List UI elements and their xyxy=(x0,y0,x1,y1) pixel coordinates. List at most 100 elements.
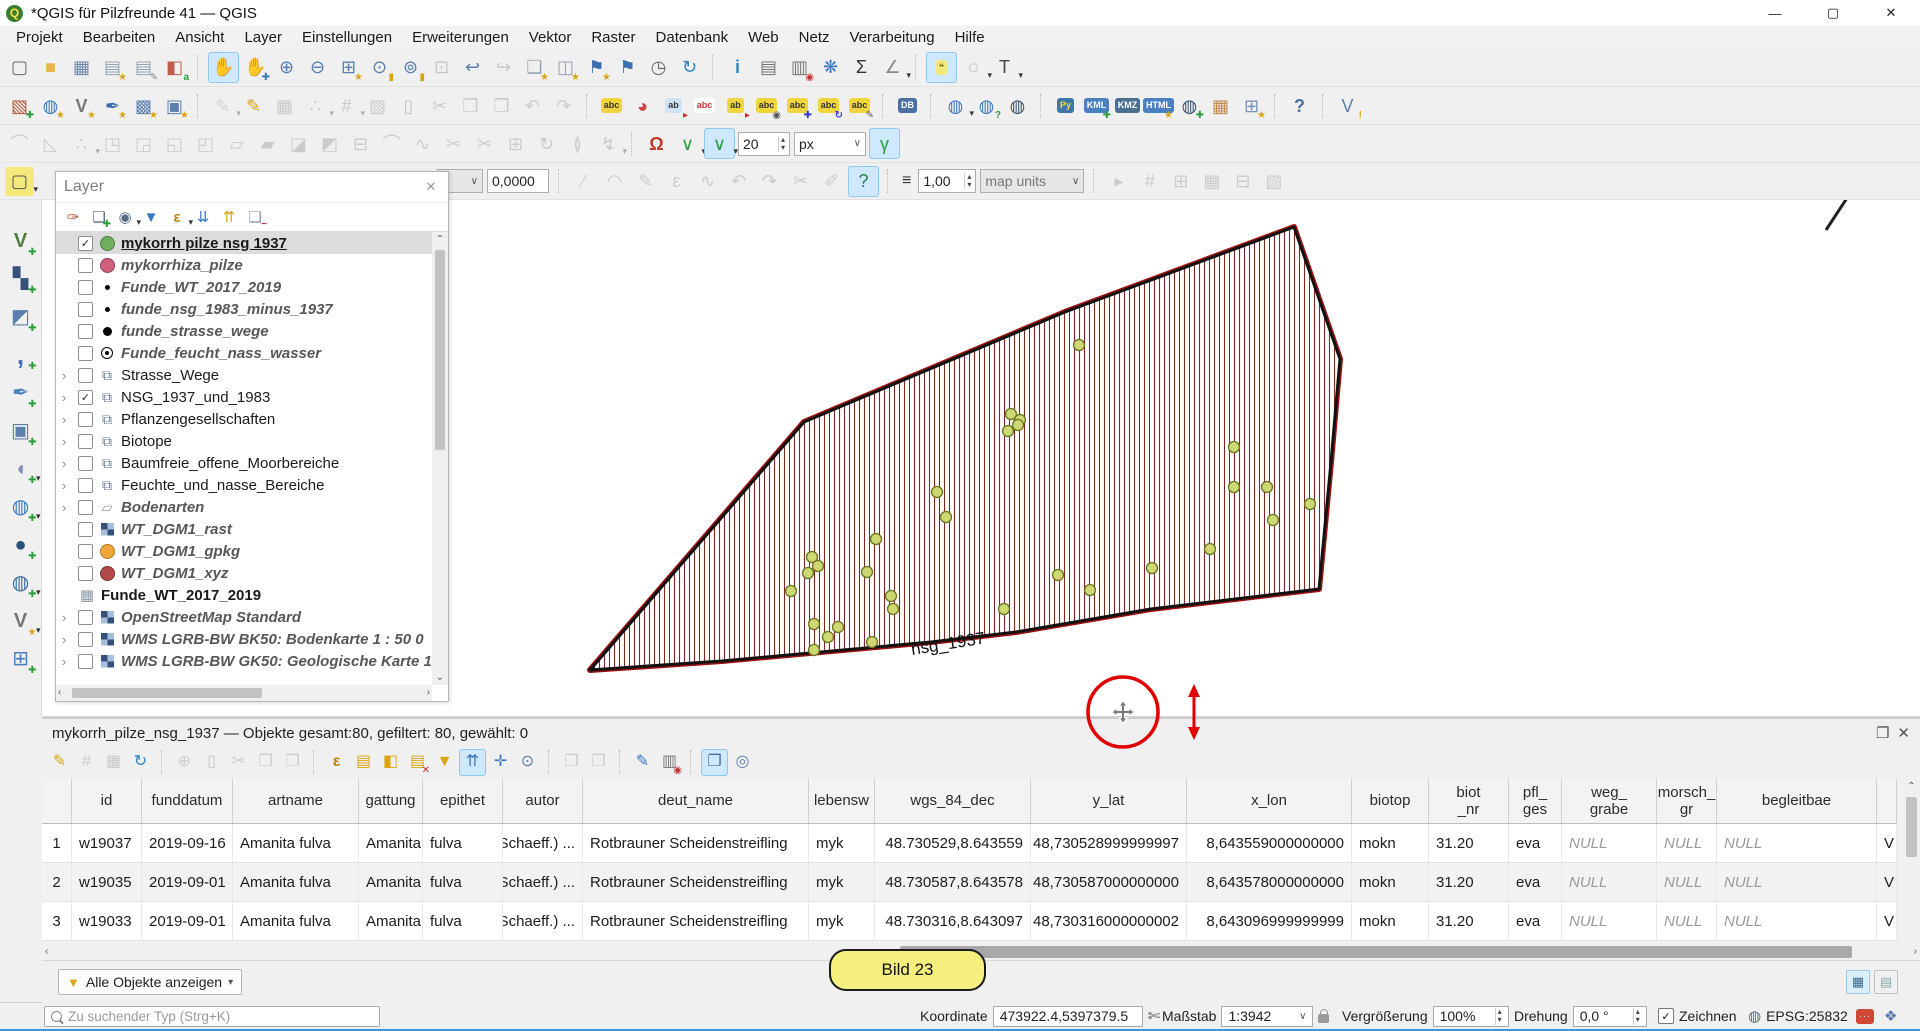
filter-select-button[interactable]: ▼ xyxy=(432,750,457,775)
cell-rowno[interactable]: 1 xyxy=(42,824,72,862)
new-shapefile-button[interactable]: V★▾ xyxy=(5,605,37,637)
add-postgis-layer-button[interactable]: ◖✚▾ xyxy=(5,453,37,485)
add-basemap-button[interactable]: ◍✚ xyxy=(1175,91,1204,120)
identify-features-button[interactable]: i xyxy=(723,53,752,82)
layer-item-wt-dgm1-xyz[interactable]: WT_DGM1_xyz xyxy=(56,562,432,584)
layer-item-funde-wt-2017-2019[interactable]: Funde_WT_2017_2019 xyxy=(56,276,432,298)
column-header-autor[interactable]: autor xyxy=(503,779,583,823)
layer-visibility-checkbox[interactable] xyxy=(78,368,93,383)
coordinate-input[interactable]: 473922.4,5397379.5 xyxy=(993,1006,1143,1027)
menu-raster[interactable]: Raster xyxy=(581,27,645,48)
layer-visibility-checkbox[interactable]: ✓ xyxy=(78,236,93,251)
cell-morsch_gr[interactable]: NULL xyxy=(1657,863,1717,901)
layers-panel-close-icon[interactable]: ✕ xyxy=(422,179,440,195)
new-virtual-layer-button[interactable]: ▣★ xyxy=(160,91,189,120)
cell-funddatum[interactable]: 2019-09-16 xyxy=(142,824,233,862)
dock-attribute-table-button[interactable]: ❐ xyxy=(701,749,728,776)
attr-toggle-editing-button[interactable]: ✎ xyxy=(47,750,72,775)
layer-visibility-checkbox[interactable] xyxy=(78,500,93,515)
menu-bearbeiten[interactable]: Bearbeiten xyxy=(73,27,166,48)
spin-arrows-icon[interactable]: ▴▾ xyxy=(964,173,971,189)
layer-visibility-checkbox[interactable] xyxy=(78,544,93,559)
refresh-map-button[interactable]: ↻ xyxy=(675,53,704,82)
open-layer-styling-button[interactable]: ✑ xyxy=(61,205,85,229)
magnifier-spinbox[interactable]: 100% ▴▾ xyxy=(1433,1006,1509,1027)
cell-pfl_ges[interactable]: eva xyxy=(1509,863,1562,901)
close-button[interactable]: ✕ xyxy=(1862,0,1920,26)
add-virtual-layer-button[interactable]: ▣✚ xyxy=(5,415,37,447)
locator-search-input[interactable]: Zu suchender Typ (Strg+K) xyxy=(44,1006,380,1027)
panel-splitter[interactable] xyxy=(42,716,1920,718)
cell-biot_nr[interactable]: 31.20 xyxy=(1429,902,1509,940)
expand-arrow-icon[interactable]: › xyxy=(62,412,78,427)
cell-autor[interactable]: (Schaeff.) ... xyxy=(503,824,583,862)
attr-vscrollbar[interactable]: ⌃ ⌄ xyxy=(1903,779,1920,961)
menu-web[interactable]: Web xyxy=(738,27,789,48)
toggle-editing-button[interactable]: ✎ xyxy=(239,91,268,120)
menu-erweiterungen[interactable]: Erweiterungen xyxy=(402,27,519,48)
layer-visibility-checkbox[interactable] xyxy=(78,566,93,581)
layer-visibility-checkbox[interactable] xyxy=(78,302,93,317)
expand-arrow-icon[interactable]: › xyxy=(62,478,78,493)
help-button[interactable]: ? xyxy=(1285,91,1314,120)
scroll-thumb[interactable] xyxy=(435,250,445,450)
expand-arrow-icon[interactable]: › xyxy=(62,368,78,383)
layer-visibility-checkbox[interactable] xyxy=(78,522,93,537)
enable-tracing-button[interactable]: γ xyxy=(869,128,900,159)
cell-id[interactable]: w19037 xyxy=(72,824,142,862)
scroll-left-arrow[interactable]: ‹ xyxy=(45,946,48,957)
cell-lebensw[interactable]: myk xyxy=(809,824,875,862)
expand-arrow-icon[interactable]: › xyxy=(62,456,78,471)
expand-arrow-icon[interactable]: › xyxy=(62,390,78,405)
cell-x_lon[interactable]: 8,643578000000000 xyxy=(1187,863,1352,901)
snapping-tolerance-spinbox[interactable]: 20▴▾ xyxy=(738,132,790,156)
layer-visibility-checkbox[interactable] xyxy=(78,632,93,647)
layer-item-funde-strasse-wege[interactable]: funde_strasse_wege xyxy=(56,320,432,342)
layer-visibility-checkbox[interactable] xyxy=(78,324,93,339)
attr-reload-button[interactable]: ↻ xyxy=(128,750,153,775)
column-header-gattung[interactable]: gattung xyxy=(359,779,423,823)
width-units-combobox[interactable]: map units∨ xyxy=(980,169,1084,193)
attr-close-icon[interactable]: ✕ xyxy=(1897,724,1910,742)
layer-visibility-checkbox[interactable] xyxy=(78,654,93,669)
form-view-toggle[interactable]: ▤ xyxy=(1874,970,1898,994)
scroll-left-arrow[interactable]: ‹ xyxy=(58,687,61,698)
cell-lebensw[interactable]: myk xyxy=(809,863,875,901)
move-selection-top-button[interactable]: ⇈ xyxy=(459,749,486,776)
menu-netz[interactable]: Netz xyxy=(789,27,840,48)
zoom-full-button[interactable]: ⊞★ xyxy=(334,53,363,82)
column-header-biot_nr[interactable]: biot _nr xyxy=(1429,779,1509,823)
spin-arrows-icon[interactable]: ▴▾ xyxy=(1633,1008,1640,1025)
menu-datenbank[interactable]: Datenbank xyxy=(646,27,739,48)
zoom-to-selection-button[interactable]: ⊙ xyxy=(515,750,540,775)
layer-item-mykorrh-pilze-nsg-1937[interactable]: ✓mykorrh pilze nsg 1937 xyxy=(56,232,432,254)
layers-vscrollbar[interactable]: ⌃ ⌄ xyxy=(432,232,448,685)
menu-einstellungen[interactable]: Einstellungen xyxy=(292,27,402,48)
add-spatialite-layer-button[interactable]: ✒✚ xyxy=(5,377,37,409)
nifty-navigation-button[interactable]: ◌▾ xyxy=(959,53,988,82)
add-group-button[interactable]: ❏✚ xyxy=(87,205,111,229)
add-wms-layer-button[interactable]: ◍✚▾ xyxy=(5,491,37,523)
cad-construction-help-button[interactable]: ? xyxy=(848,166,879,197)
menu-layer[interactable]: Layer xyxy=(234,27,292,48)
add-mesh-layer-button[interactable]: ◩✚ xyxy=(5,301,37,333)
filter-by-expression-button[interactable]: ε▾ xyxy=(165,205,189,229)
web-binoculars-button[interactable]: ◍ xyxy=(1003,91,1032,120)
save-project-button[interactable]: ▦ xyxy=(67,53,96,82)
scroll-thumb[interactable] xyxy=(1906,797,1917,857)
scroll-down-arrow[interactable]: ⌄ xyxy=(432,672,448,683)
column-header-weg_grabe[interactable]: weg_ grabe xyxy=(1562,779,1657,823)
new-shapefile-layer-button[interactable]: V★ xyxy=(67,91,96,120)
cell-weg_grabe[interactable]: NULL xyxy=(1562,902,1657,940)
scale-combobox[interactable]: 1:3942 ∨ xyxy=(1221,1006,1313,1027)
show-statistics-button[interactable]: Σ xyxy=(847,53,876,82)
cell-artname[interactable]: Amanita fulva xyxy=(233,863,359,901)
expand-arrow-icon[interactable]: › xyxy=(62,434,78,449)
new-3d-map-view-button[interactable]: ◫★ xyxy=(551,53,580,82)
cell-x_lon[interactable]: 8,643096999999999 xyxy=(1187,902,1352,940)
layer-item-funde-feucht-nass-wasser[interactable]: Funde_feucht_nass_wasser xyxy=(56,342,432,364)
label-highlight-button[interactable]: abc xyxy=(690,91,719,120)
maximize-button[interactable]: ▢ xyxy=(1804,0,1862,26)
column-header-epithet[interactable]: epithet xyxy=(423,779,503,823)
export-kmz-button[interactable]: KMZ xyxy=(1113,91,1142,120)
